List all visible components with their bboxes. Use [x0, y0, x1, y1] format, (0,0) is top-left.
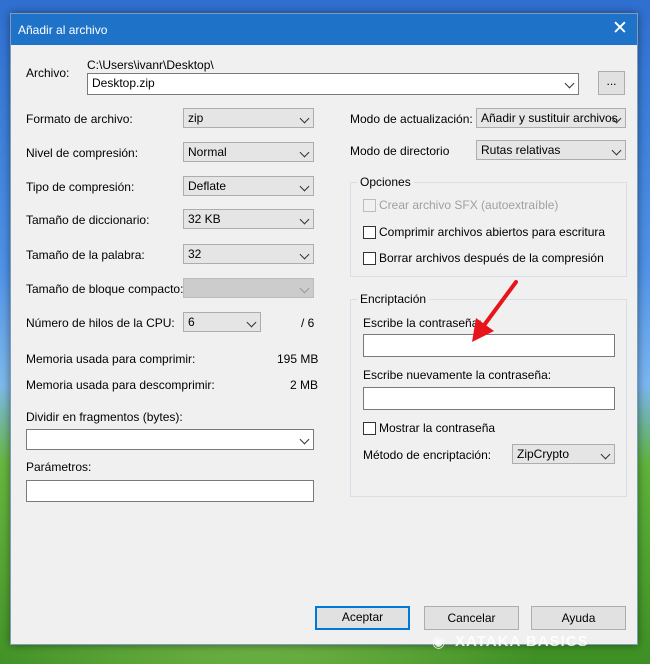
chevron-down-icon [299, 113, 310, 124]
cancel-button[interactable]: Cancelar [424, 606, 519, 630]
memory-decompress-value: 2 MB [290, 378, 319, 392]
ok-button[interactable]: Aceptar [315, 606, 410, 630]
method-combo[interactable]: Deflate [183, 176, 314, 196]
dictionary-value: 32 KB [188, 212, 221, 226]
window-title: Añadir al archivo [18, 23, 108, 37]
method-label: Tipo de compresión: [26, 180, 135, 194]
password-input[interactable] [363, 334, 615, 357]
path-mode-value: Rutas relativas [481, 143, 561, 157]
chevron-down-icon [246, 317, 257, 328]
encryption-method-label: Método de encriptación: [363, 448, 492, 462]
dictionary-combo[interactable]: 32 KB [183, 209, 314, 229]
update-mode-combo[interactable]: Añadir y sustituir archivos [476, 108, 626, 128]
format-label: Formato de archivo: [26, 112, 133, 126]
memory-compress-value: 195 MB [277, 352, 319, 366]
chevron-down-icon [564, 78, 575, 89]
format-value: zip [188, 111, 204, 125]
cpu-threads-combo[interactable]: 6 [183, 312, 261, 332]
split-combo[interactable] [26, 429, 314, 450]
chevron-down-icon [299, 249, 310, 260]
cpu-threads-total: / 6 [301, 316, 315, 330]
update-mode-value: Añadir y sustituir archivos [481, 111, 618, 125]
delete-after-label[interactable]: Borrar archivos después de la compresión [379, 251, 604, 265]
shared-files-label[interactable]: Comprimir archivos abiertos para escritu… [379, 225, 605, 239]
encryption-method-value: ZipCrypto [517, 447, 570, 461]
repeat-password-input[interactable] [363, 387, 615, 410]
sfx-checkbox-label: Crear archivo SFX (autoextraíble) [379, 198, 559, 212]
solid-block-combo [183, 278, 314, 298]
watermark-logo-icon: ◉ [432, 634, 446, 651]
format-combo[interactable]: zip [183, 108, 314, 128]
method-value: Deflate [188, 179, 227, 193]
level-label: Nivel de compresión: [26, 146, 139, 160]
encryption-title: Encriptación [357, 292, 430, 306]
options-group: Opciones Crear archivo SFX (autoextraíbl… [350, 175, 627, 277]
sfx-checkbox [363, 199, 376, 212]
parameters-input[interactable] [26, 480, 314, 502]
level-value: Normal [188, 145, 227, 159]
word-size-combo[interactable]: 32 [183, 244, 314, 264]
options-title: Opciones [357, 175, 414, 189]
close-icon[interactable]: ✕ [603, 14, 637, 45]
solid-block-label: Tamaño de bloque compacto: [26, 282, 184, 296]
chevron-down-icon [600, 449, 611, 460]
repeat-password-label: Escribe nuevamente la contraseña: [363, 368, 552, 382]
chevron-down-icon [299, 147, 310, 158]
show-password-label[interactable]: Mostrar la contraseña [379, 421, 495, 435]
encryption-method-combo[interactable]: ZipCrypto [512, 444, 615, 464]
chevron-down-icon [299, 214, 310, 225]
chevron-down-icon [299, 434, 310, 445]
help-button[interactable]: Ayuda [531, 606, 626, 630]
archive-name-value: Desktop.zip [92, 76, 155, 90]
delete-after-checkbox[interactable] [363, 252, 376, 265]
update-mode-label: Modo de actualización: [350, 112, 473, 126]
archive-label: Archivo: [26, 66, 70, 80]
path-mode-combo[interactable]: Rutas relativas [476, 140, 626, 160]
level-combo[interactable]: Normal [183, 142, 314, 162]
password-label: Escribe la contraseña: [363, 316, 482, 330]
cpu-threads-value: 6 [188, 315, 195, 329]
chevron-down-icon [611, 145, 622, 156]
watermark-text: XATAKA BASICS [455, 633, 589, 650]
word-size-value: 32 [188, 247, 202, 261]
split-label: Dividir en fragmentos (bytes): [26, 410, 183, 424]
shared-files-checkbox[interactable] [363, 226, 376, 239]
browse-button[interactable]: ... [598, 71, 625, 95]
chevron-down-icon [299, 283, 310, 294]
archive-name-combo[interactable]: Desktop.zip [87, 73, 579, 95]
cpu-threads-label: Número de hilos de la CPU: [26, 316, 175, 330]
add-to-archive-dialog: Añadir al archivo ✕ Archivo: C:\Users\iv… [10, 13, 638, 645]
dictionary-label: Tamaño de diccionario: [26, 213, 150, 227]
title-bar[interactable]: Añadir al archivo ✕ [11, 14, 637, 45]
parameters-label: Parámetros: [26, 460, 92, 474]
word-size-label: Tamaño de la palabra: [26, 248, 145, 262]
encryption-group: Encriptación Escribe la contraseña: Escr… [350, 292, 627, 497]
memory-decompress-label: Memoria usada para descomprimir: [26, 378, 215, 392]
path-mode-label: Modo de directorio [350, 144, 450, 158]
archive-path: C:\Users\ivanr\Desktop\ [87, 58, 214, 72]
memory-compress-label: Memoria usada para comprimir: [26, 352, 196, 366]
show-password-checkbox[interactable] [363, 422, 376, 435]
chevron-down-icon [299, 181, 310, 192]
